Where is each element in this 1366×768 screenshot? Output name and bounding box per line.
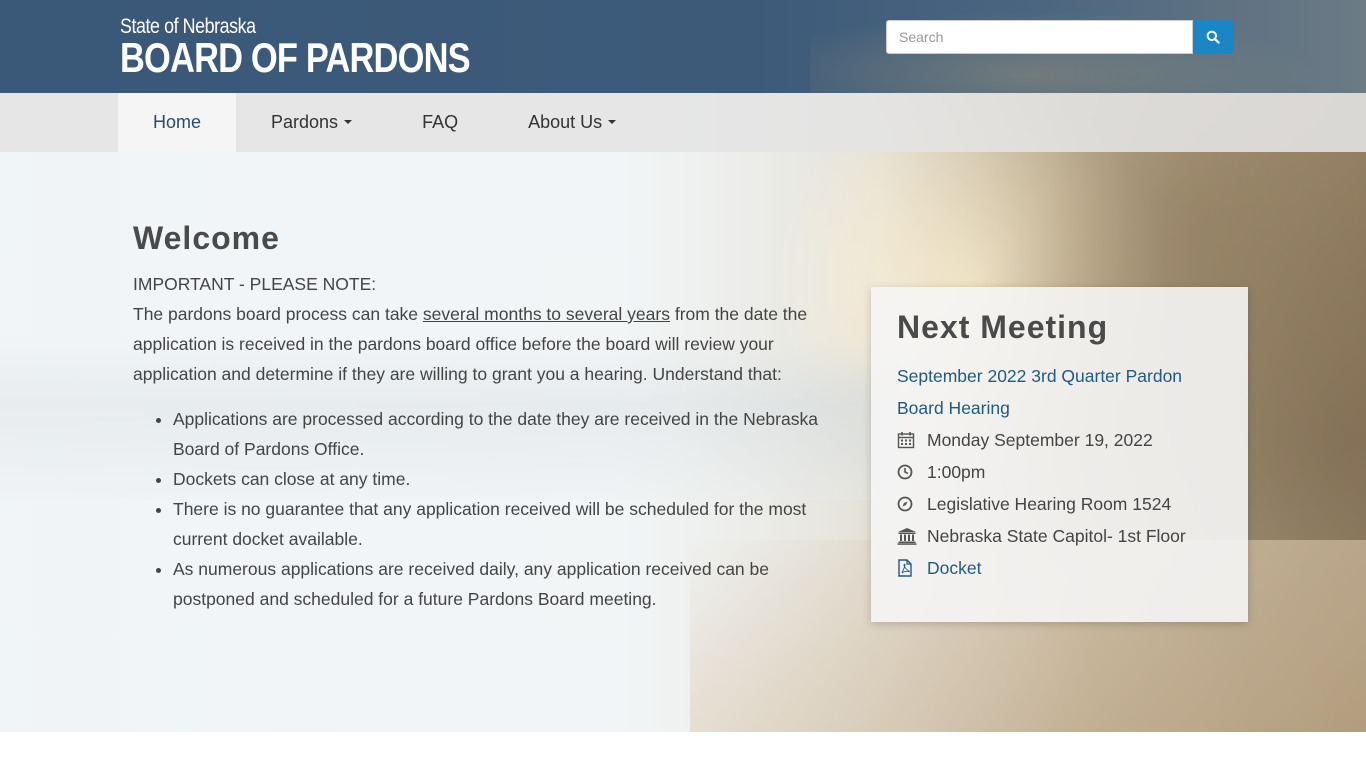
next-meeting-card: Next Meeting September 2022 3rd Quarter … <box>871 287 1248 622</box>
process-duration: several months to several years <box>422 304 670 324</box>
clock-icon <box>897 464 913 480</box>
notice-list: Applications are processed according to … <box>133 404 833 614</box>
list-item: Applications are processed according to … <box>173 404 833 464</box>
meeting-building-row: Nebraska State Capitol- 1st Floor <box>897 520 1222 552</box>
logo-board-text: BOARD OF PARDONS <box>120 34 471 81</box>
calendar-icon <box>897 432 915 449</box>
institution-icon <box>897 528 917 545</box>
meeting-date-row: Monday September 19, 2022 <box>897 424 1222 456</box>
site-header: State of Nebraska BOARD OF PARDONS <box>0 0 1366 93</box>
nav-pardons-label: Pardons <box>271 112 339 132</box>
list-item: As numerous applications are received da… <box>173 554 833 614</box>
nav-faq-label: FAQ <box>422 112 459 132</box>
nav-faq[interactable]: FAQ <box>387 93 493 152</box>
search-input[interactable] <box>886 20 1193 54</box>
next-meeting-title: Next Meeting <box>897 309 1109 345</box>
nav-home-label: Home <box>153 112 202 132</box>
nav-about-us[interactable]: About Us <box>493 93 651 152</box>
pdf-file-icon <box>898 559 912 577</box>
caret-down-icon <box>344 119 353 124</box>
meeting-time: 1:00pm <box>927 461 986 482</box>
meeting-room-row: Legislative Hearing Room 1524 <box>897 488 1222 520</box>
docket-row[interactable]: Docket <box>897 552 1222 584</box>
welcome-title: Welcome <box>133 220 280 256</box>
meeting-link[interactable]: September 2022 3rd Quarter Pardon Board … <box>897 360 1207 424</box>
compass-icon <box>897 496 913 512</box>
important-note: IMPORTANT - PLEASE NOTE: <box>133 274 377 294</box>
meeting-date: Monday September 19, 2022 <box>927 429 1153 450</box>
caret-down-icon <box>608 119 617 124</box>
main-nav: Home Pardons FAQ About Us <box>0 93 1366 152</box>
process-text-start: The pardons board process can take <box>133 304 423 324</box>
list-item: Dockets can close at any time. <box>173 464 833 494</box>
docket-link[interactable]: Docket <box>927 558 981 579</box>
list-item: There is no guarantee that any applicati… <box>173 494 833 554</box>
search-form <box>886 20 1233 54</box>
nav-home[interactable]: Home <box>118 93 237 152</box>
process-paragraph: The pardons board process can take sever… <box>133 299 833 389</box>
nav-pardons[interactable]: Pardons <box>236 93 387 152</box>
search-button[interactable] <box>1193 20 1233 54</box>
nav-about-us-label: About Us <box>528 112 603 132</box>
meeting-room: Legislative Hearing Room 1524 <box>927 493 1172 514</box>
meeting-time-row: 1:00pm <box>897 456 1222 488</box>
meeting-building: Nebraska State Capitol- 1st Floor <box>927 525 1186 546</box>
search-icon <box>1206 30 1220 44</box>
welcome-section: Welcome IMPORTANT - PLEASE NOTE: The par… <box>133 220 833 614</box>
site-logo[interactable]: State of Nebraska BOARD OF PARDONS <box>120 16 547 81</box>
